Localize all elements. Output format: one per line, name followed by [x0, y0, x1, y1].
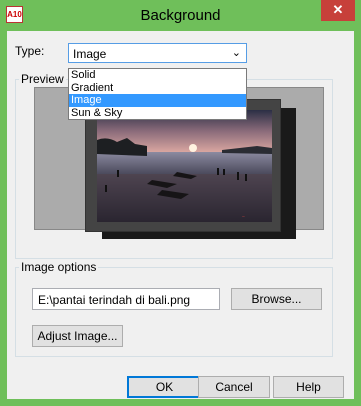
svg-text:~: ~ [242, 215, 245, 220]
type-label: Type: [15, 44, 45, 58]
type-option-solid[interactable]: Solid [69, 69, 246, 82]
type-option-sun-and-sky[interactable]: Sun & Sky [69, 107, 246, 120]
browse-button[interactable]: Browse... [231, 288, 322, 310]
type-option-image[interactable]: Image [69, 94, 246, 107]
type-dropdown-list: Solid Gradient Image Sun & Sky [68, 68, 247, 120]
dialog-title: Background [140, 7, 221, 24]
cancel-button[interactable]: Cancel [198, 376, 270, 398]
ok-button[interactable]: OK [127, 376, 202, 398]
image-options-label: Image options [19, 260, 99, 274]
preview-label: Preview [19, 72, 66, 86]
type-option-gradient[interactable]: Gradient [69, 82, 246, 95]
dialog-body: Type: Image ⌄ Preview ~ Image options E:… [7, 31, 354, 399]
close-button[interactable]: ✕ [321, 0, 355, 21]
title-bar[interactable]: A10 Background ✕ [0, 0, 361, 31]
preview-image: ~ [97, 110, 272, 222]
image-file-path-field[interactable]: E:\pantai terindah di bali.png [32, 288, 220, 310]
type-select-value: Image [73, 47, 107, 61]
type-select[interactable]: Image ⌄ [68, 43, 247, 63]
chevron-down-icon: ⌄ [231, 47, 241, 59]
background-dialog: A10 Background ✕ Type: Image ⌄ Preview ~… [0, 0, 361, 406]
adjust-image-button[interactable]: Adjust Image... [32, 325, 123, 347]
help-button[interactable]: Help [273, 376, 344, 398]
